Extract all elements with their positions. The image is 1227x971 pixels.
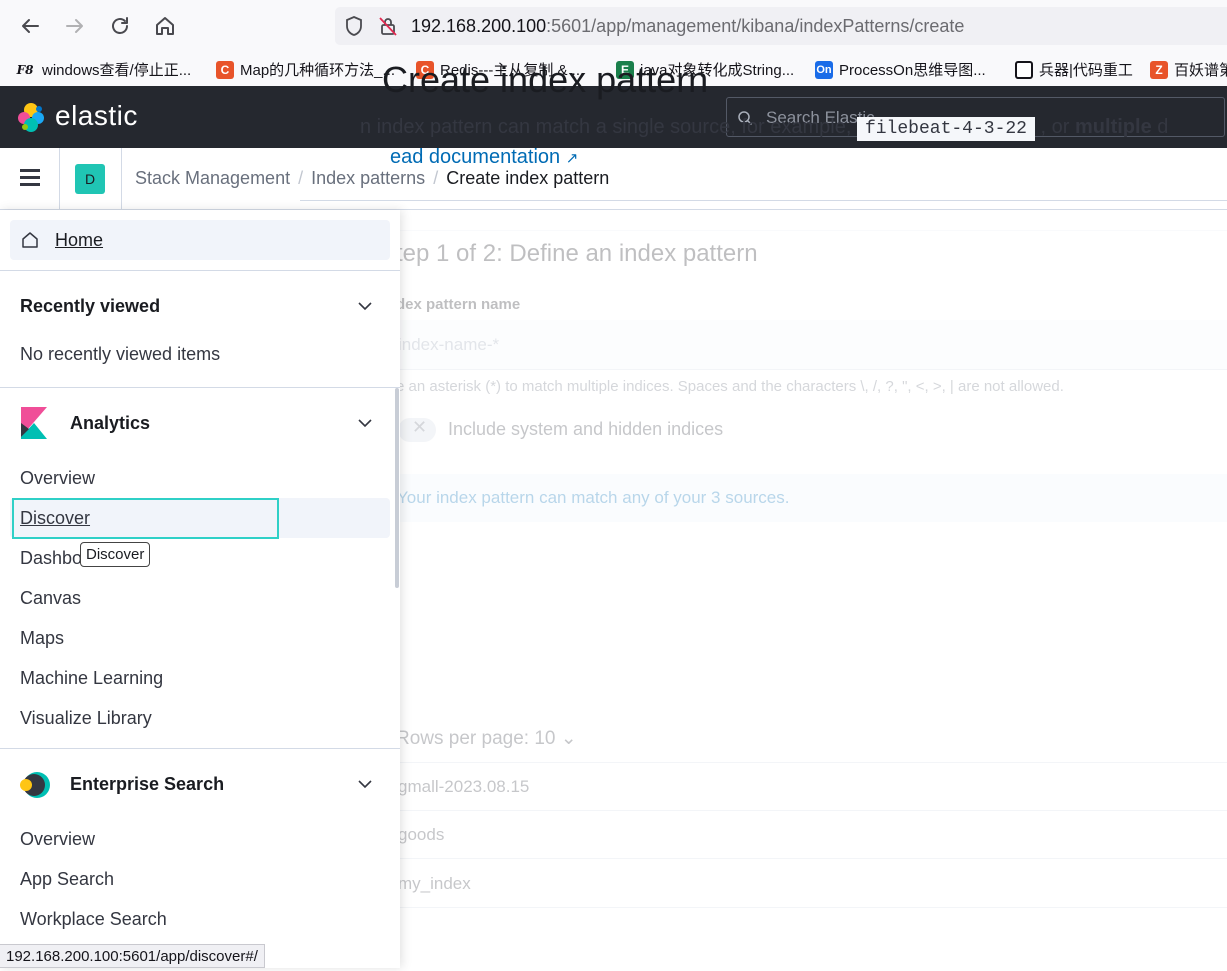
- nav-item-machine-learning[interactable]: Machine Learning: [20, 668, 163, 689]
- url-text[interactable]: 192.168.200.100:5601/app/management/kiba…: [411, 16, 964, 37]
- processon-icon: On: [815, 60, 833, 79]
- subheader: D Stack Management / Index patterns / Create…: [0, 148, 1227, 210]
- analytics-title[interactable]: Analytics: [70, 413, 150, 434]
- bookmark-item[interactable]: Z 百妖谱第: [1150, 59, 1227, 80]
- f8-icon: F8: [16, 62, 34, 77]
- shield-icon[interactable]: [344, 15, 364, 37]
- bookmark-label: 百妖谱第: [1174, 62, 1227, 79]
- link-status-bar: 192.168.200.100:5601/app/discover#/: [0, 944, 265, 968]
- divider: [0, 387, 400, 388]
- nav-home-label: Home: [55, 230, 104, 250]
- nav-item-visualize-library[interactable]: Visualize Library: [20, 708, 152, 729]
- breadcrumb: Stack Management / Index patterns / Create i…: [135, 168, 610, 188]
- side-nav-flyout: Home Recently viewed No recently viewed …: [0, 210, 400, 968]
- csdn-icon: C: [416, 60, 434, 79]
- kibana-header: elastic Search Elastic: [0, 86, 1227, 148]
- csdn-icon: C: [216, 60, 234, 79]
- breadcrumb-stack-management[interactable]: Stack Management: [135, 168, 290, 188]
- reload-icon[interactable]: [106, 12, 134, 40]
- search-icon: [738, 111, 753, 126]
- bookmark-label: java对象转化成String...: [640, 62, 795, 79]
- chevron-down-icon[interactable]: [356, 297, 374, 315]
- recently-viewed-empty: No recently viewed items: [20, 344, 221, 364]
- divider: [0, 270, 400, 271]
- nav-item-overview[interactable]: Overview: [20, 468, 95, 489]
- scrollbar[interactable]: [395, 388, 399, 588]
- menu-toggle-icon[interactable]: [20, 169, 40, 186]
- divider: [0, 748, 400, 749]
- recently-viewed-title[interactable]: Recently viewed: [20, 296, 160, 317]
- back-arrow-icon[interactable]: [16, 12, 44, 40]
- divider: [59, 148, 60, 210]
- bookmark-label: Redis---主从复制 & ...: [440, 62, 585, 79]
- enterprise-search-icon: [20, 772, 50, 798]
- kibana-icon: [21, 407, 47, 439]
- e-icon: E: [616, 60, 634, 79]
- breadcrumb-index-patterns[interactable]: Index patterns: [311, 168, 425, 188]
- nav-item-canvas[interactable]: Canvas: [20, 588, 81, 609]
- bookmark-item[interactable]: Ejava对象转化成String...: [616, 59, 794, 80]
- bookmark-label: Map的几种循环方法_...: [240, 62, 396, 79]
- search-placeholder: Search Elastic: [766, 108, 875, 127]
- home-icon: [22, 232, 38, 248]
- bookmark-label: ProcessOn思维导图...: [839, 62, 986, 79]
- nav-home[interactable]: Home: [10, 220, 390, 260]
- bookmark-label: windows查看/停止正...: [42, 62, 192, 79]
- chevron-down-icon[interactable]: [356, 414, 374, 432]
- home-browser-icon[interactable]: [151, 12, 179, 40]
- bookmark-item[interactable]: On ProcessOn思维导图...: [815, 59, 986, 80]
- breadcrumb-current: Create index pattern: [446, 168, 610, 188]
- url-path: :5601/app/management/kibana/indexPattern…: [546, 16, 965, 36]
- bookmark-item[interactable]: C Redis---主从复制 & ...: [416, 59, 584, 80]
- insecure-lock-icon[interactable]: [377, 15, 399, 37]
- bookmarks-bar: F8 windows查看/停止正... C Map的几种循环方法_... C Redi…: [0, 52, 1227, 86]
- bookmark-item[interactable]: C Map的几种循环方法_...: [216, 59, 395, 80]
- z-icon: Z: [1150, 60, 1168, 79]
- discover-tooltip: Discover: [80, 542, 151, 567]
- space-avatar[interactable]: D: [75, 164, 105, 194]
- nav-item-workplace-search[interactable]: Workplace Search: [20, 909, 167, 930]
- url-host: 192.168.200.100: [411, 16, 547, 36]
- square-icon: [1015, 60, 1033, 79]
- elastic-logo-icon[interactable]: [15, 101, 47, 133]
- enterprise-search-title[interactable]: Enterprise Search: [70, 774, 224, 795]
- nav-item-app-search[interactable]: App Search: [20, 869, 114, 890]
- bookmark-item[interactable]: 兵器|代码重工: [1015, 59, 1133, 80]
- browser-toolbar: 192.168.200.100:5601/app/management/kiba…: [0, 0, 1227, 52]
- elastic-wordmark[interactable]: elastic: [55, 100, 138, 132]
- chevron-down-icon[interactable]: [356, 775, 374, 793]
- divider: [121, 148, 122, 210]
- focus-ring: [12, 498, 279, 539]
- bookmark-label: 兵器|代码重工: [1039, 62, 1133, 79]
- search-elastic-input[interactable]: Search Elastic: [726, 97, 1225, 137]
- bookmark-item[interactable]: F8 windows查看/停止正...: [14, 59, 192, 80]
- forward-arrow-icon[interactable]: [61, 12, 89, 40]
- nav-item-es-overview[interactable]: Overview: [20, 829, 95, 850]
- nav-item-maps[interactable]: Maps: [20, 628, 64, 649]
